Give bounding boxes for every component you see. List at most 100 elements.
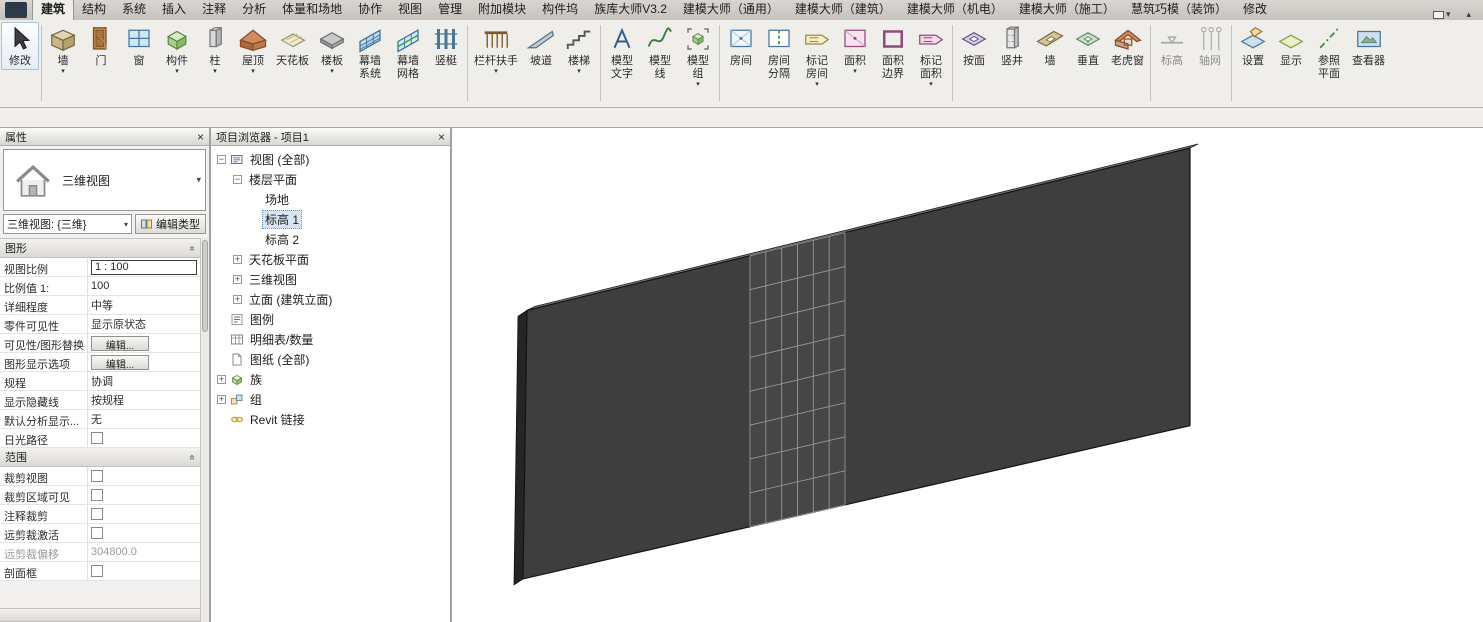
close-icon[interactable]: × [197,131,204,143]
property-value[interactable]: 304800.0 [88,543,200,561]
properties-title-bar[interactable]: 属性 × [0,128,209,146]
tab-insert[interactable]: 插入 [154,0,194,20]
ribbon-button-ref-plane[interactable]: 参照平面 [1310,22,1348,83]
property-value[interactable]: 按规程 [88,391,200,409]
ribbon-button-opening-wall[interactable]: 墙 [1031,22,1069,70]
tab-modeling-master-arch[interactable]: 建模大师（建筑） [787,0,899,20]
property-value[interactable]: 显示原状态 [88,315,200,333]
tree-collapse-icon[interactable]: − [217,155,226,164]
tree-item-level-1[interactable]: 标高 1 [211,209,450,229]
ribbon-button-ramp[interactable]: 坡道 [522,22,560,70]
ribbon-button-column[interactable]: 柱▾ [196,22,234,77]
type-selector[interactable]: 三维视图 ▾ [3,149,206,211]
tree-item-groups[interactable]: +组 [211,389,450,409]
ribbon-button-room-separator[interactable]: 房间分隔 [760,22,798,83]
tab-massing-site[interactable]: 体量和场地 [274,0,350,20]
ribbon-button-room[interactable]: 房间 [722,22,760,70]
ribbon-button-viewer[interactable]: 查看器 [1348,22,1389,70]
tab-architecture[interactable]: 建筑 [32,0,74,20]
ribbon-button-ceiling[interactable]: 天花板 [272,22,313,70]
tree-item-ceiling-plans[interactable]: +天花板平面 [211,249,450,269]
ribbon-button-window[interactable]: 窗 [120,22,158,70]
tree-item-views-all[interactable]: −视图 (全部) [211,149,450,169]
ribbon-button-wall[interactable]: 墙▾ [44,22,82,77]
close-icon[interactable]: × [438,131,445,143]
tree-item-legends[interactable]: 图例 [211,309,450,329]
property-section-extents[interactable]: 范围« [0,448,200,467]
scrollbar-thumb[interactable] [202,240,208,332]
ribbon-button-door[interactable]: 门 [82,22,120,70]
tree-item-elevations[interactable]: +立面 (建筑立面) [211,289,450,309]
tab-modify[interactable]: 修改 [1235,0,1275,20]
ribbon-button-model-line[interactable]: 模型线 [641,22,679,83]
edit-type-button[interactable]: 编辑类型 [135,214,206,234]
ribbon-button-curtain-system[interactable]: 幕墙系统 [351,22,389,83]
instance-selector-combo[interactable]: 三维视图: {三维} ▾ [3,214,132,234]
property-value[interactable]: 中等 [88,296,200,314]
property-value[interactable]: 100 [88,277,200,295]
property-section-graphics[interactable]: 图形« [0,239,200,258]
ribbon-button-component[interactable]: 构件▾ [158,22,196,77]
ribbon-button-curtain-grid[interactable]: 幕墙网格 [389,22,427,83]
tree-item-schedules[interactable]: 明细表/数量 [211,329,450,349]
far-clip-active-checkbox[interactable] [91,527,103,539]
section-collapse-icon[interactable]: « [187,454,198,460]
property-value[interactable]: 协调 [88,372,200,390]
ribbon-button-opening-shaft[interactable]: 竖井 [993,22,1031,70]
tab-systems[interactable]: 系统 [114,0,154,20]
tree-expand-icon[interactable]: + [217,375,226,384]
tab-modeling-master-general[interactable]: 建模大师（通用） [675,0,787,20]
sun-path-checkbox[interactable] [91,432,103,444]
ribbon-button-grid[interactable]: 轴网 [1191,22,1229,70]
ribbon-button-modify[interactable]: 修改 [1,22,39,70]
ribbon-button-roof[interactable]: 屋顶▾ [234,22,272,77]
crop-view-checkbox[interactable] [91,470,103,482]
ribbon-button-floor[interactable]: 楼板▾ [313,22,351,77]
project-browser-title-bar[interactable]: 项目浏览器 - 项目1 × [211,128,450,146]
ribbon-button-stair[interactable]: 楼梯▾ [560,22,598,77]
tree-expand-icon[interactable]: + [233,295,242,304]
vg-overrides-button[interactable]: 编辑... [91,336,149,351]
tree-expand-icon[interactable]: + [233,275,242,284]
tab-add-ins[interactable]: 附加模块 [470,0,534,20]
tree-item-families[interactable]: +族 [211,369,450,389]
tab-family-library-master[interactable]: 族库大师V3.2 [586,0,675,20]
section-collapse-icon[interactable]: « [187,245,198,251]
tab-view[interactable]: 视图 [390,0,430,20]
tree-item-floor-plans[interactable]: −楼层平面 [211,169,450,189]
tab-collaborate[interactable]: 协作 [350,0,390,20]
tab-component-hub[interactable]: 构件坞 [534,0,586,20]
ribbon-button-mullion[interactable]: 竖梃 [427,22,465,70]
ribbon-button-level[interactable]: 标高 [1153,22,1191,70]
tab-modeling-master-mep[interactable]: 建模大师（机电） [899,0,1011,20]
type-selector-arrow-icon[interactable]: ▾ [196,175,201,186]
ribbon-button-tag-area[interactable]: 标记面积▾ [912,22,950,90]
tree-item-3d-views[interactable]: +三维视图 [211,269,450,289]
tree-item-revit-links[interactable]: Revit 链接 [211,409,450,429]
ribbon-button-opening-vertical[interactable]: 垂直 [1069,22,1107,70]
section-box-checkbox[interactable] [91,565,103,577]
tree-item-sheets[interactable]: 图纸 (全部) [211,349,450,369]
tab-analyze[interactable]: 分析 [234,0,274,20]
tab-huizhu-qiaomo-decoration[interactable]: 慧筑巧模（装饰） [1123,0,1235,20]
ribbon-button-model-group[interactable]: 模型组▾ [679,22,717,90]
tab-structure[interactable]: 结构 [74,0,114,20]
3d-wall-model[interactable] [452,128,1483,622]
ribbon-button-opening-by-face[interactable]: 按面 [955,22,993,70]
graphic-display-options-button[interactable]: 编辑... [91,355,149,370]
drawing-area[interactable] [452,128,1483,622]
view-scale-dropdown[interactable]: 1 : 100 [91,260,197,275]
tab-annotate[interactable]: 注释 [194,0,234,20]
tab-manage[interactable]: 管理 [430,0,470,20]
properties-scrollbar[interactable] [200,238,209,622]
ribbon-button-workplane-show[interactable]: 显示 [1272,22,1310,70]
tab-modeling-master-construction[interactable]: 建模大师（施工） [1011,0,1123,20]
crop-region-visible-checkbox[interactable] [91,489,103,501]
ribbon-button-workplane-set[interactable]: 设置 [1234,22,1272,70]
ribbon-button-tag-room[interactable]: 标记房间▾ [798,22,836,90]
ribbon-button-area[interactable]: 面积▾ [836,22,874,77]
minimize-ribbon-icon[interactable]: ▴ [1466,9,1471,20]
ribbon-button-model-text[interactable]: 模型文字 [603,22,641,83]
tree-item-level-2[interactable]: 标高 2 [211,229,450,249]
tree-expand-icon[interactable]: + [217,395,226,404]
